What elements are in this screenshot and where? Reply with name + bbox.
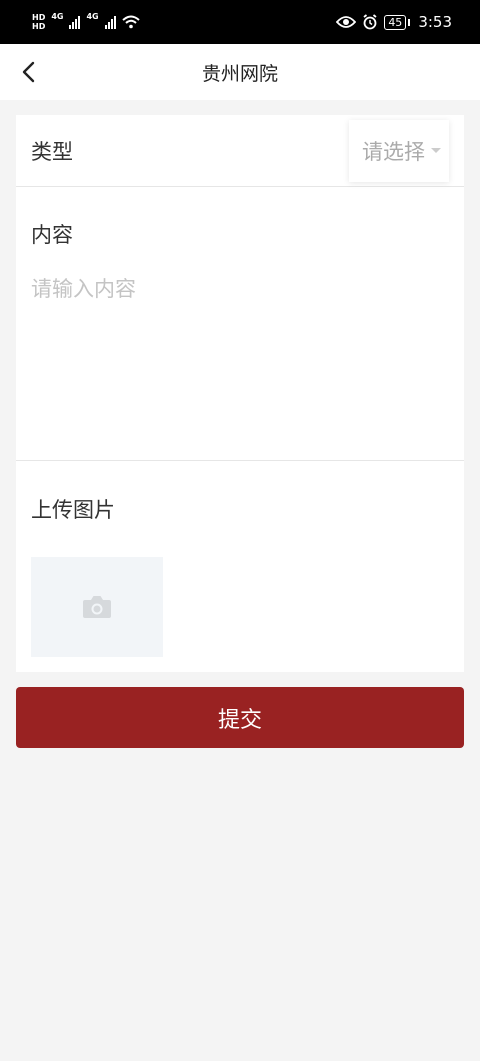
network-type-2: 4G	[86, 11, 99, 21]
status-right: 45 3:53	[336, 13, 452, 31]
eye-icon	[336, 16, 357, 28]
camera-icon	[83, 596, 111, 618]
signal-icon	[69, 15, 81, 29]
page-title: 贵州网院	[201, 62, 278, 85]
type-select[interactable]: 请选择	[349, 119, 449, 182]
hd-indicator: HD HD	[32, 13, 45, 31]
app-header: 贵州网院	[0, 44, 480, 100]
content-label: 内容	[31, 223, 73, 247]
hd-label-1: HD	[32, 13, 46, 22]
battery-icon: 45	[384, 14, 411, 30]
status-bar: HD HD 4G 4G 45 3:53	[0, 0, 480, 44]
network-type-1: 4G	[51, 11, 64, 21]
hd-label-2: HD	[32, 22, 46, 31]
upload-image-button[interactable]	[31, 557, 163, 657]
content-section: 内容	[16, 187, 464, 461]
submit-button[interactable]: 提交	[16, 687, 464, 748]
wifi-icon	[121, 15, 140, 29]
status-left: HD HD 4G 4G	[32, 11, 140, 31]
type-select-placeholder: 请选择	[362, 139, 425, 164]
clock: 3:53	[418, 13, 452, 31]
type-label: 类型	[31, 139, 73, 164]
upload-label: 上传图片	[31, 498, 115, 522]
content-input[interactable]	[31, 277, 449, 301]
upload-section: 上传图片	[16, 461, 464, 657]
alarm-icon	[363, 14, 377, 30]
signal-icon-2	[104, 15, 116, 29]
chevron-left-icon	[22, 61, 35, 83]
feedback-form-card: 类型 请选择 内容 上传图片	[16, 115, 464, 672]
type-row: 类型 请选择	[16, 115, 464, 187]
caret-down-icon	[431, 148, 441, 153]
back-button[interactable]	[14, 58, 42, 86]
